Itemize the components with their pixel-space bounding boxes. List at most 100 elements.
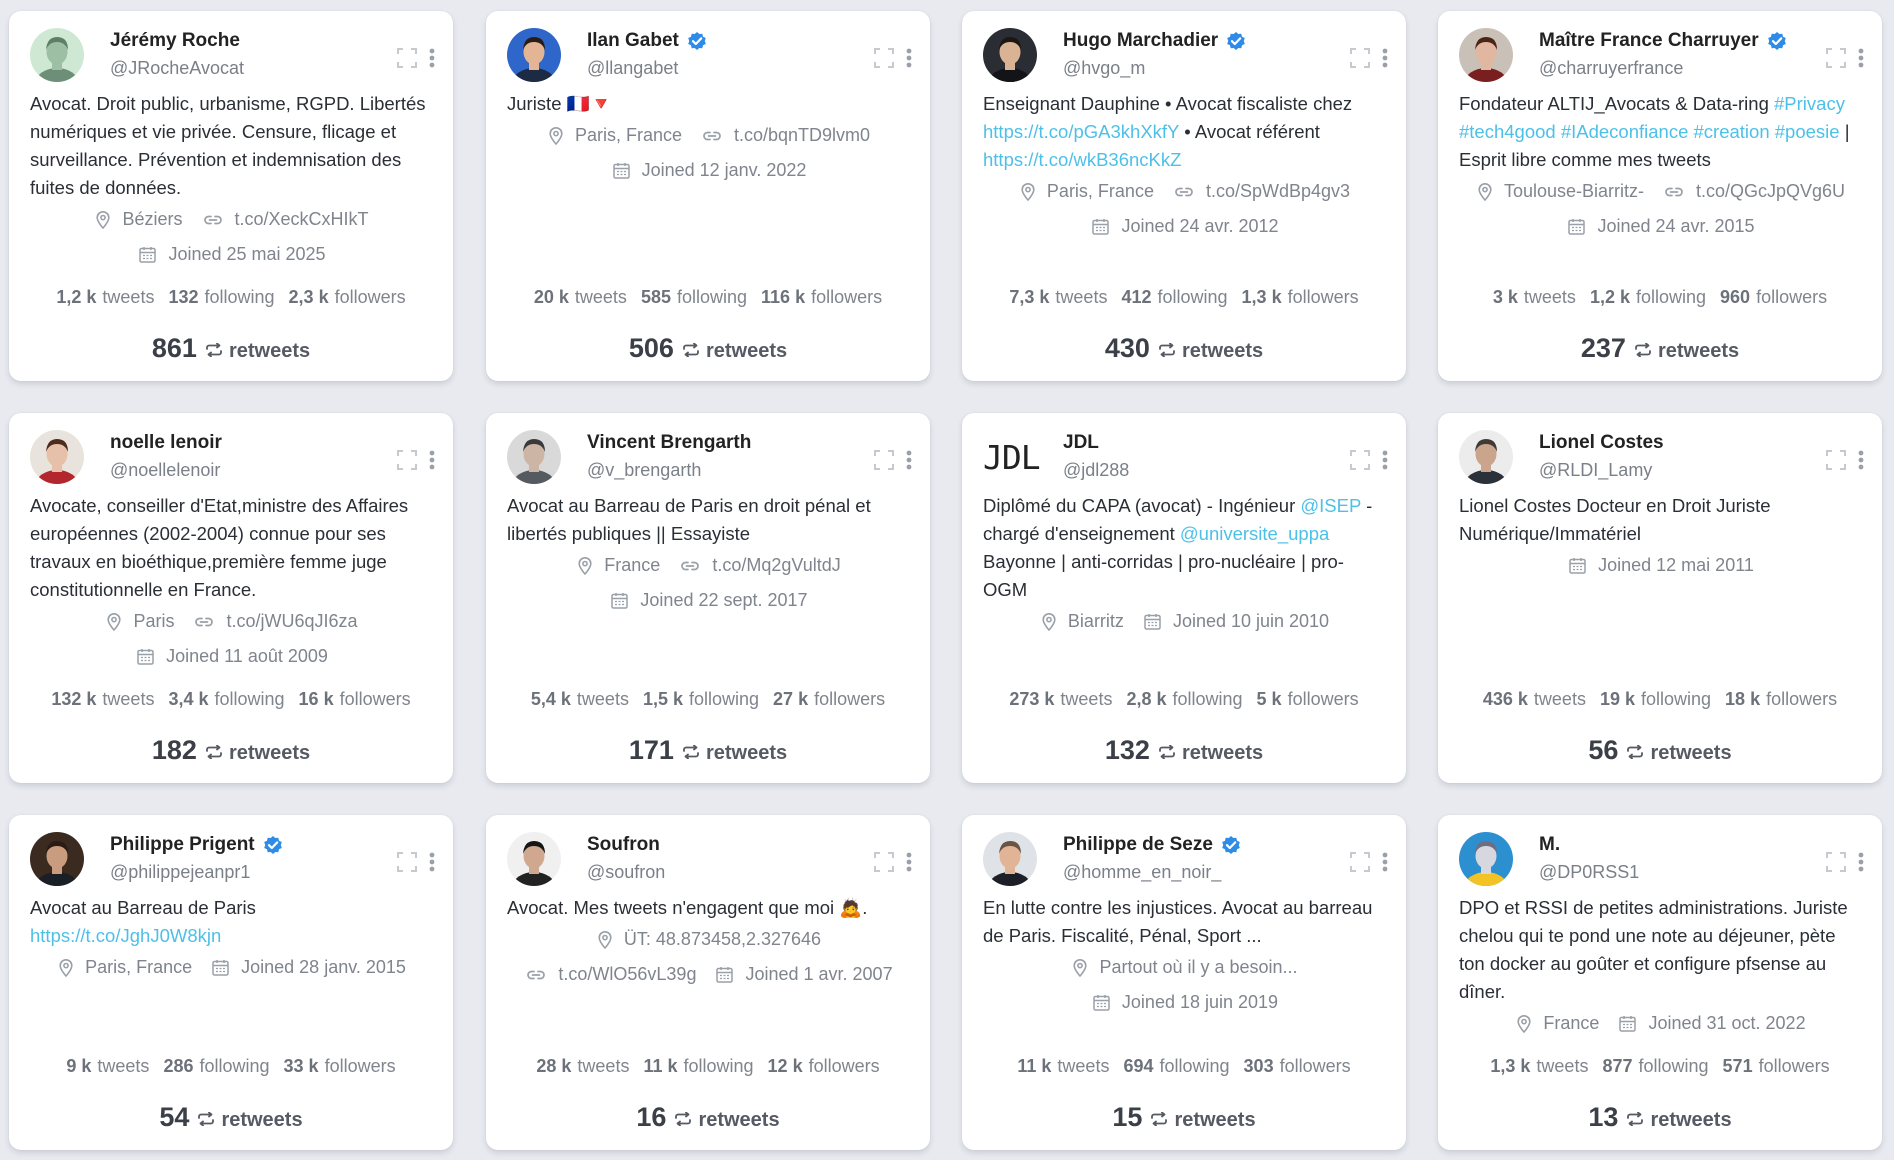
profile-card[interactable]: M. @DP0RSS1 DPO et RSSI de petites adminis… xyxy=(1438,815,1882,1150)
profile-handle[interactable]: @hvgo_m xyxy=(1063,58,1246,79)
meta-url-text[interactable]: t.co/Mq2gVultdJ xyxy=(712,548,840,583)
profile-name-text[interactable]: Jérémy Roche xyxy=(110,30,240,52)
profile-name-text[interactable]: Philippe de Seze xyxy=(1063,834,1213,856)
avatar[interactable] xyxy=(507,832,561,886)
profile-name[interactable]: noelle lenoir xyxy=(110,432,222,454)
profile-name-text[interactable]: Hugo Marchadier xyxy=(1063,30,1218,52)
profile-name[interactable]: M. xyxy=(1539,834,1639,856)
more-options-icon[interactable] xyxy=(429,852,435,872)
avatar[interactable] xyxy=(30,832,84,886)
profile-handle[interactable]: @soufron xyxy=(587,862,665,883)
expand-icon[interactable] xyxy=(1826,852,1846,872)
profile-handle[interactable]: @jdl288 xyxy=(1063,460,1129,481)
more-options-icon[interactable] xyxy=(429,48,435,68)
meta-url[interactable]: t.co/SpWdBp4gv3 xyxy=(1174,174,1350,209)
avatar[interactable] xyxy=(1459,832,1513,886)
avatar[interactable] xyxy=(30,28,84,82)
more-options-icon[interactable] xyxy=(429,450,435,470)
avatar[interactable] xyxy=(30,430,84,484)
avatar[interactable] xyxy=(507,430,561,484)
more-options-icon[interactable] xyxy=(906,852,912,872)
meta-url-text[interactable]: t.co/bqnTD9lvm0 xyxy=(734,118,870,153)
profile-card[interactable]: Lionel Costes @RLDI_Lamy Lionel Costes Doc… xyxy=(1438,413,1882,783)
meta-url[interactable]: t.co/Mq2gVultdJ xyxy=(680,548,841,583)
profile-name[interactable]: Soufron xyxy=(587,834,665,856)
bio-link[interactable]: https://t.co/JghJ0W8kjn xyxy=(30,925,221,946)
profile-name-text[interactable]: Ilan Gabet xyxy=(587,30,679,52)
expand-icon[interactable] xyxy=(1826,450,1846,470)
profile-card[interactable]: Maître France Charruyer @charruyerfrance F… xyxy=(1438,11,1882,381)
more-options-icon[interactable] xyxy=(1858,450,1864,470)
meta-url-text[interactable]: t.co/SpWdBp4gv3 xyxy=(1206,174,1350,209)
expand-icon[interactable] xyxy=(397,450,417,470)
profile-name-text[interactable]: Lionel Costes xyxy=(1539,432,1664,454)
profile-card[interactable]: Philippe de Seze @homme_en_noir_ En lutte … xyxy=(962,815,1406,1150)
avatar[interactable] xyxy=(983,832,1037,886)
profile-name-text[interactable]: Philippe Prigent xyxy=(110,834,255,856)
bio-link[interactable]: @ISEP xyxy=(1300,495,1361,516)
meta-url[interactable]: t.co/WlO56vL39g xyxy=(526,957,696,992)
meta-url[interactable]: t.co/jWU6qJI6za xyxy=(194,604,358,639)
profile-handle[interactable]: @JRocheAvocat xyxy=(110,58,244,79)
profile-card[interactable]: Ilan Gabet @llangabet Juriste 🇫🇷🔻 Paris, Fr… xyxy=(486,11,930,381)
profile-handle[interactable]: @RLDI_Lamy xyxy=(1539,460,1664,481)
avatar[interactable] xyxy=(1459,28,1513,82)
profile-card[interactable]: Philippe Prigent @philippejeanpr1 Avocat a… xyxy=(9,815,453,1150)
avatar[interactable] xyxy=(1459,430,1513,484)
profile-name[interactable]: Philippe Prigent xyxy=(110,834,283,856)
profile-name[interactable]: Ilan Gabet xyxy=(587,30,707,52)
meta-url[interactable]: t.co/QGcJpQVg6U xyxy=(1664,174,1845,209)
profile-card[interactable]: Hugo Marchadier @hvgo_m Enseignant Dauphin… xyxy=(962,11,1406,381)
profile-card[interactable]: Jérémy Roche @JRocheAvocat Avocat. Droit p… xyxy=(9,11,453,381)
expand-icon[interactable] xyxy=(874,450,894,470)
profile-name[interactable]: Philippe de Seze xyxy=(1063,834,1241,856)
expand-icon[interactable] xyxy=(1826,48,1846,68)
profile-handle[interactable]: @philippejeanpr1 xyxy=(110,862,283,883)
expand-icon[interactable] xyxy=(397,852,417,872)
profile-handle[interactable]: @DP0RSS1 xyxy=(1539,862,1639,883)
expand-icon[interactable] xyxy=(1350,852,1370,872)
meta-url[interactable]: t.co/bqnTD9lvm0 xyxy=(702,118,870,153)
profile-card[interactable]: Vincent Brengarth @v_brengarth Avocat au B… xyxy=(486,413,930,783)
profile-card[interactable]: Soufron @soufron Avocat. Mes tweets n'enga… xyxy=(486,815,930,1150)
profile-handle[interactable]: @charruyerfrance xyxy=(1539,58,1787,79)
avatar[interactable] xyxy=(507,28,561,82)
meta-url[interactable]: t.co/XeckCxHIkT xyxy=(203,202,369,237)
profile-handle[interactable]: @noellelenoir xyxy=(110,460,222,481)
profile-name[interactable]: Hugo Marchadier xyxy=(1063,30,1246,52)
more-options-icon[interactable] xyxy=(1382,48,1388,68)
profile-name[interactable]: Jérémy Roche xyxy=(110,30,244,52)
expand-icon[interactable] xyxy=(1350,48,1370,68)
more-options-icon[interactable] xyxy=(906,450,912,470)
profile-name-text[interactable]: Maître France Charruyer xyxy=(1539,30,1759,52)
profile-card[interactable]: noelle lenoir @noellelenoir Avocate, conse… xyxy=(9,413,453,783)
expand-icon[interactable] xyxy=(1350,450,1370,470)
expand-icon[interactable] xyxy=(874,852,894,872)
profile-name-text[interactable]: JDL xyxy=(1063,432,1099,454)
expand-icon[interactable] xyxy=(397,48,417,68)
more-options-icon[interactable] xyxy=(906,48,912,68)
profile-name-text[interactable]: Vincent Brengarth xyxy=(587,432,751,454)
profile-name-text[interactable]: noelle lenoir xyxy=(110,432,222,454)
profile-name[interactable]: JDL xyxy=(1063,432,1129,454)
profile-card[interactable]: JDL JDL @jdl288 Diplômé du CAPA (avocat) - … xyxy=(962,413,1406,783)
profile-handle[interactable]: @llangabet xyxy=(587,58,707,79)
profile-handle[interactable]: @v_brengarth xyxy=(587,460,751,481)
bio-link[interactable]: https://t.co/wkB36ncKkZ xyxy=(983,149,1181,170)
expand-icon[interactable] xyxy=(874,48,894,68)
bio-link[interactable]: https://t.co/pGA3khXkfY xyxy=(983,121,1179,142)
meta-url-text[interactable]: t.co/WlO56vL39g xyxy=(558,957,696,992)
more-options-icon[interactable] xyxy=(1858,852,1864,872)
meta-url-text[interactable]: t.co/QGcJpQVg6U xyxy=(1696,174,1845,209)
avatar[interactable] xyxy=(983,28,1037,82)
more-options-icon[interactable] xyxy=(1858,48,1864,68)
meta-url-text[interactable]: t.co/jWU6qJI6za xyxy=(226,604,357,639)
profile-name[interactable]: Maître France Charruyer xyxy=(1539,30,1787,52)
profile-name-text[interactable]: M. xyxy=(1539,834,1560,856)
profile-name[interactable]: Lionel Costes xyxy=(1539,432,1664,454)
profile-handle[interactable]: @homme_en_noir_ xyxy=(1063,862,1241,883)
more-options-icon[interactable] xyxy=(1382,852,1388,872)
meta-url-text[interactable]: t.co/XeckCxHIkT xyxy=(235,202,369,237)
profile-name-text[interactable]: Soufron xyxy=(587,834,660,856)
bio-link[interactable]: @universite_uppa xyxy=(1180,523,1329,544)
